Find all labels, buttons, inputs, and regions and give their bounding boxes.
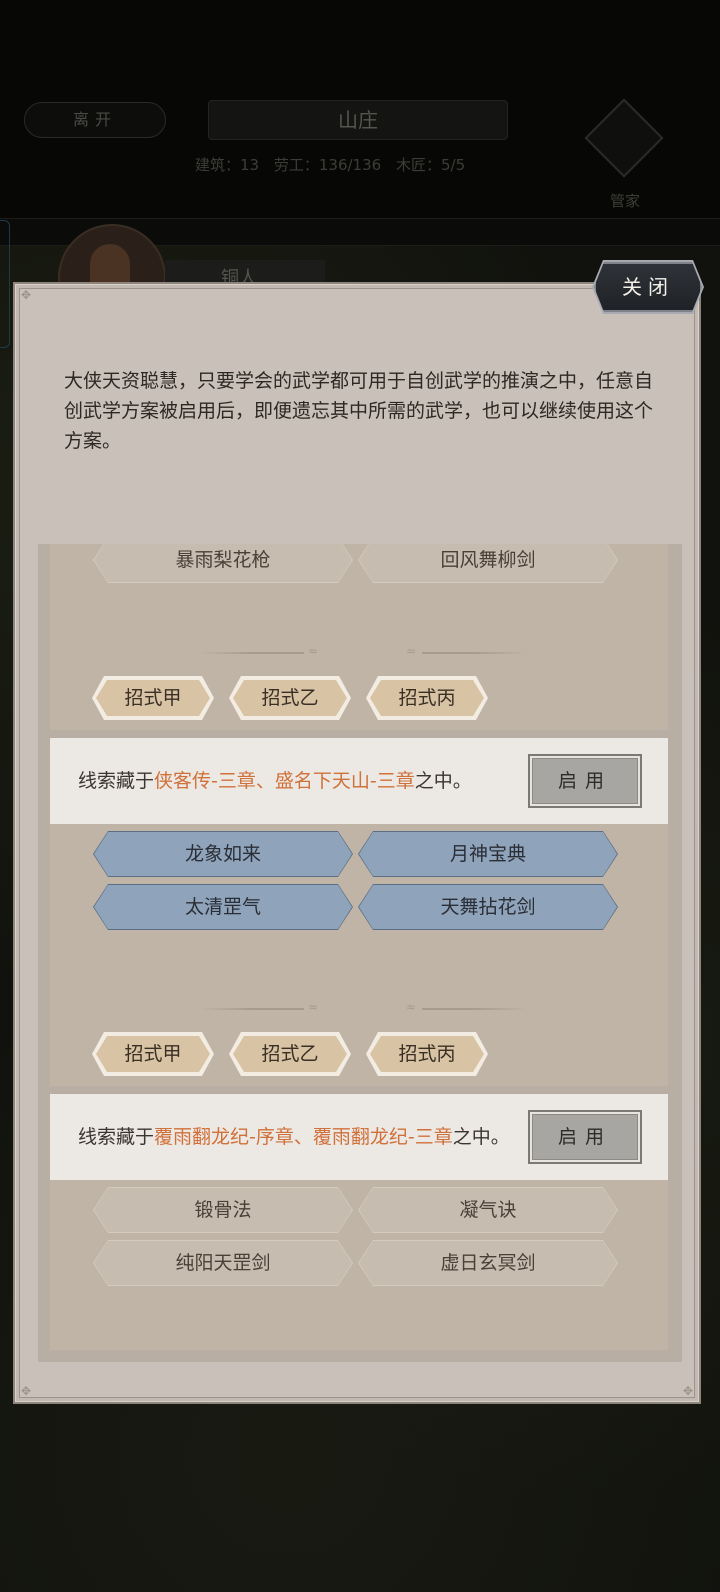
scheme-block: 龙象如来 月神宝典 太清罡气 天舞拈花剑 ≈ ≈ 招式甲 招式乙 招式丙 — [50, 824, 668, 1086]
corner-ornament-icon: ✥ — [20, 1384, 32, 1398]
skill-chip[interactable]: 虚日玄冥剑 — [359, 1241, 617, 1285]
divider-ornament-icon: ≈ — [308, 1000, 319, 1014]
skill-chip[interactable]: 锻骨法 — [94, 1188, 352, 1232]
left-edge-panel — [0, 220, 10, 348]
skill-chip[interactable]: 纯阳天罡剑 — [94, 1241, 352, 1285]
leave-button[interactable]: 离开 — [24, 102, 166, 138]
skill-chip[interactable]: 回风舞柳剑 — [359, 544, 617, 582]
skill-chip[interactable]: 天舞拈花剑 — [359, 885, 617, 929]
stat-carpenters: 木匠：5/5 — [395, 156, 466, 174]
intro-text: 大侠天资聪慧，只要学会的武学都可用于自创武学的推演之中，任意自创武学方案被启用后… — [64, 370, 654, 452]
move-chip[interactable]: 招式丙 — [370, 680, 484, 716]
corner-ornament-icon: ✥ — [682, 1384, 694, 1398]
divider-ornament-icon: ≈ — [308, 644, 319, 658]
close-button[interactable]: 关闭 — [594, 262, 702, 312]
stat-buildings: 建筑：13 — [195, 156, 260, 174]
skill-chip[interactable]: 太清罡气 — [94, 885, 352, 929]
clue-text: 线索藏于覆雨翻龙纪-序章、覆雨翻龙纪-三章之中。 — [78, 1126, 510, 1148]
corner-ornament-icon: ✥ — [20, 288, 32, 302]
scheme-block: 锻骨法 凝气诀 纯阳天罡剑 虚日玄冥剑 — [50, 1180, 668, 1350]
move-chip[interactable]: 招式乙 — [233, 680, 347, 716]
manor-stats: 建筑：13 劳工：136/136 木匠：5/5 — [195, 154, 525, 178]
location-title: 山庄 — [208, 100, 508, 140]
stat-laborers: 劳工：136/136 — [273, 156, 382, 174]
divider-line — [422, 1008, 526, 1010]
enable-button[interactable]: 启用 — [528, 1110, 642, 1164]
clue-sources: 覆雨翻龙纪-序章、覆雨翻龙纪-三章 — [154, 1126, 453, 1148]
scheme-list[interactable]: 暴雨梨花枪 回风舞柳剑 ≈ ≈ 招式甲 招式乙 招式丙 线索藏于侠客传-三章、盛… — [38, 544, 682, 1362]
skill-chip[interactable]: 暴雨梨花枪 — [94, 544, 352, 582]
scheme-block: 暴雨梨花枪 回风舞柳剑 ≈ ≈ 招式甲 招式乙 招式丙 — [50, 544, 668, 730]
move-chip[interactable]: 招式甲 — [96, 1036, 210, 1072]
steward-label: 管家 — [609, 192, 640, 210]
divider-ornament-icon: ≈ — [406, 1000, 417, 1014]
divider-line — [200, 652, 304, 654]
move-chip[interactable]: 招式乙 — [233, 1036, 347, 1072]
skill-chip[interactable]: 龙象如来 — [94, 832, 352, 876]
enable-button[interactable]: 启用 — [528, 754, 642, 808]
clue-sources: 侠客传-三章、盛名下天山-三章 — [154, 770, 415, 792]
skill-chip[interactable]: 月神宝典 — [359, 832, 617, 876]
divider-line — [200, 1008, 304, 1010]
clue-row: 线索藏于侠客传-三章、盛名下天山-三章之中。 启用 — [50, 738, 668, 824]
clue-row: 线索藏于覆雨翻龙纪-序章、覆雨翻龙纪-三章之中。 启用 — [50, 1094, 668, 1180]
divider-ornament-icon: ≈ — [406, 644, 417, 658]
move-chip[interactable]: 招式丙 — [370, 1036, 484, 1072]
skill-chip[interactable]: 凝气诀 — [359, 1188, 617, 1232]
divider-line — [422, 652, 526, 654]
clue-text: 线索藏于侠客传-三章、盛名下天山-三章之中。 — [78, 770, 472, 792]
move-chip[interactable]: 招式甲 — [96, 680, 210, 716]
